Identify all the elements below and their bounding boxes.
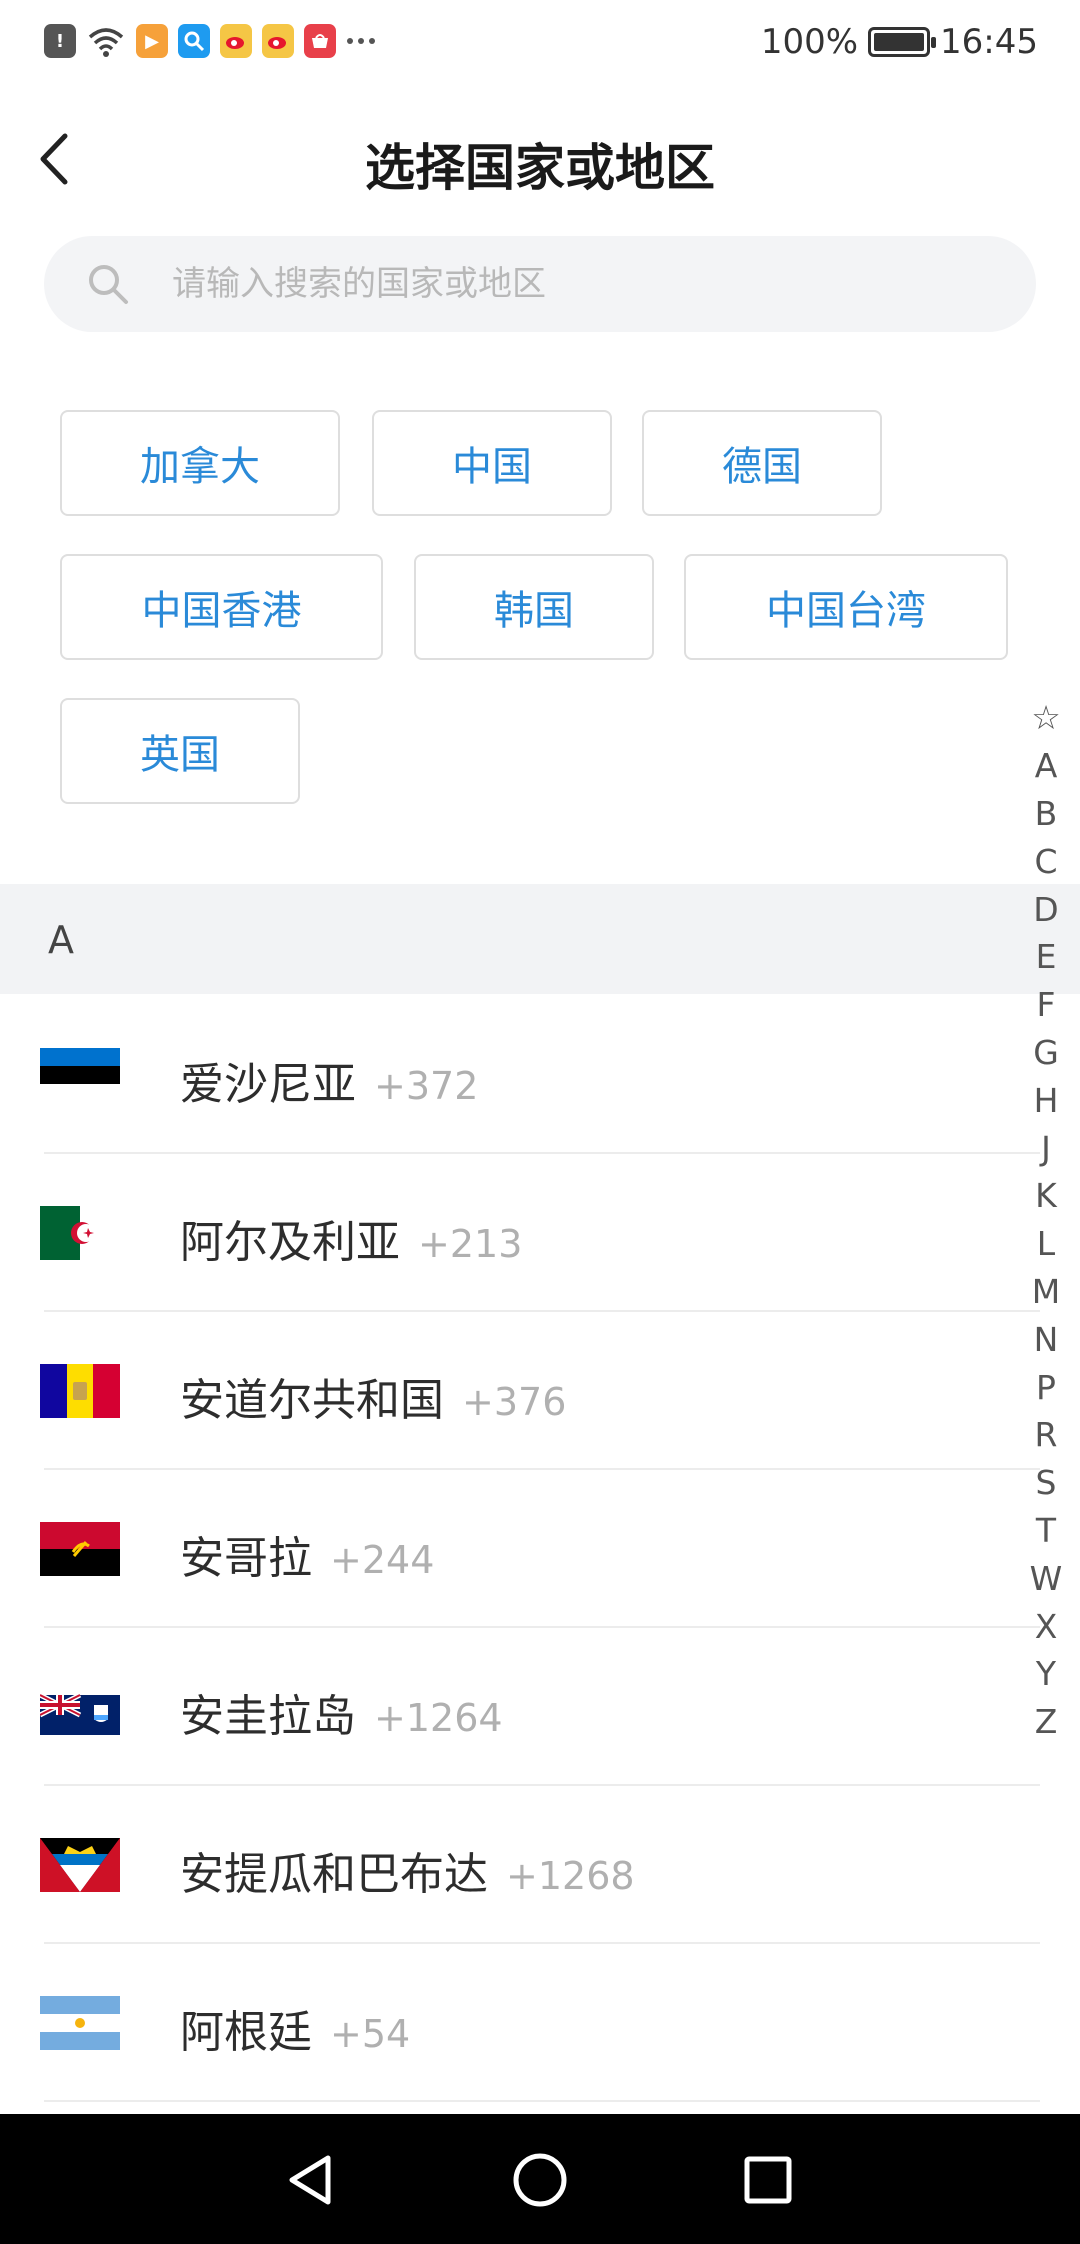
index-letter[interactable]: N (1034, 1315, 1059, 1363)
country-label: 安圭拉岛 +1264 (180, 1680, 503, 1744)
country-label: 安道尔共和国 +376 (180, 1364, 566, 1428)
country-name: 爱沙尼亚 (180, 1059, 356, 1110)
country-label: 阿根廷 +54 (180, 1996, 410, 2060)
country-name: 阿尔及利亚 (180, 1217, 400, 1268)
alphabet-index-bar[interactable]: ☆ A B C D E F G H J K L M N P R S T W X … (1026, 694, 1066, 1746)
country-code: +376 (462, 1380, 567, 1424)
chip-china[interactable]: 中国 (372, 410, 612, 516)
country-code: +54 (330, 2012, 411, 2056)
index-letter[interactable]: C (1034, 837, 1057, 885)
more-icon (347, 38, 375, 44)
country-row[interactable]: 安道尔共和国 +376 (0, 1312, 1040, 1470)
circle-home-icon (513, 2153, 567, 2207)
argentina-flag-icon (40, 1996, 120, 2050)
index-star-icon[interactable]: ☆ (1031, 694, 1061, 742)
country-name: 阿根廷 (180, 2007, 312, 2058)
search-icon (84, 260, 132, 308)
estonia-flag-icon (40, 1048, 120, 1102)
index-letter[interactable]: L (1037, 1220, 1055, 1268)
index-letter[interactable]: W (1030, 1554, 1063, 1602)
square-recents-icon (744, 2156, 792, 2204)
country-code: +244 (330, 1538, 435, 1582)
nav-recents-button[interactable] (726, 2138, 810, 2222)
chip-korea[interactable]: 韩国 (414, 554, 654, 660)
chip-taiwan[interactable]: 中国台湾 (684, 554, 1008, 660)
country-name: 安圭拉岛 (180, 1691, 356, 1742)
chip-germany[interactable]: 德国 (642, 410, 882, 516)
anguilla-flag-icon (40, 1692, 120, 1735)
country-row[interactable]: 阿尔及利亚 +213 (0, 1154, 1040, 1312)
index-letter[interactable]: P (1036, 1363, 1056, 1411)
index-letter[interactable]: A (1035, 742, 1058, 790)
algeria-flag-icon (40, 1206, 120, 1260)
wifi-icon (88, 28, 124, 57)
status-right: 100% 16:45 (761, 22, 1038, 62)
country-label: 阿尔及利亚 +213 (180, 1206, 522, 1270)
clock: 16:45 (940, 22, 1038, 62)
index-letter[interactable]: Y (1036, 1650, 1056, 1698)
triangle-back-icon (289, 2155, 331, 2205)
andorra-flag-icon (40, 1364, 120, 1418)
index-letter[interactable]: D (1033, 885, 1058, 933)
index-letter[interactable]: R (1035, 1411, 1058, 1459)
notification-icons: ! ▶ (44, 24, 376, 58)
section-header: A (0, 884, 1080, 994)
page-title: 选择国家或地区 (365, 139, 715, 197)
weibo-icon (262, 24, 294, 58)
search-input[interactable] (172, 264, 932, 304)
alert-icon: ! (44, 24, 76, 58)
country-code: +1264 (374, 1696, 503, 1740)
index-letter[interactable]: Z (1035, 1698, 1058, 1746)
status-bar: ! ▶ 100% 16:45 (0, 0, 1080, 86)
country-row[interactable]: 安哥拉 +244 (0, 1470, 1040, 1628)
country-code: +213 (418, 1222, 523, 1266)
country-row[interactable]: 安圭拉岛 +1264 (0, 1628, 1040, 1786)
chip-canada[interactable]: 加拿大 (60, 410, 340, 516)
index-letter[interactable]: G (1033, 1029, 1059, 1077)
index-letter[interactable]: H (1034, 1076, 1059, 1124)
country-name: 安哥拉 (180, 1533, 312, 1584)
country-name: 安道尔共和国 (180, 1375, 444, 1426)
nav-home-button[interactable] (498, 2138, 582, 2222)
chip-uk[interactable]: 英国 (60, 698, 300, 804)
country-label: 安提瓜和巴布达 +1268 (180, 1838, 635, 1902)
index-letter[interactable]: E (1036, 933, 1057, 981)
antigua-flag-icon (40, 1838, 120, 1892)
country-label: 爱沙尼亚 +372 (180, 1048, 478, 1112)
search-bar[interactable] (44, 236, 1036, 332)
country-row[interactable]: 安提瓜和巴布达 +1268 (0, 1786, 1040, 1944)
country-row[interactable]: 阿根廷 +54 (0, 1944, 1040, 2102)
index-letter[interactable]: X (1035, 1602, 1058, 1650)
country-code: +372 (374, 1064, 479, 1108)
system-nav-bar (0, 2114, 1080, 2244)
search-app-icon (178, 24, 210, 58)
index-letter[interactable]: J (1041, 1124, 1051, 1172)
index-letter[interactable]: T (1036, 1507, 1056, 1555)
angola-flag-icon (40, 1522, 120, 1576)
index-letter[interactable]: F (1037, 981, 1056, 1029)
index-letter[interactable]: S (1036, 1459, 1057, 1507)
divider (44, 2100, 1040, 2102)
country-label: 安哥拉 +244 (180, 1522, 434, 1586)
country-code: +1268 (506, 1854, 635, 1898)
video-app-icon: ▶ (136, 24, 168, 58)
battery-icon (868, 27, 937, 57)
index-letter[interactable]: B (1035, 790, 1058, 838)
index-letter[interactable]: M (1032, 1268, 1060, 1316)
country-name: 安提瓜和巴布达 (180, 1849, 488, 1900)
section-letter: A (48, 918, 74, 962)
huawei-icon (304, 24, 336, 58)
battery-percent: 100% (760, 22, 859, 62)
country-row[interactable]: 爱沙尼亚 +372 (0, 996, 1040, 1154)
nav-back-button[interactable] (268, 2138, 352, 2222)
index-letter[interactable]: K (1035, 1172, 1057, 1220)
chip-hong-kong[interactable]: 中国香港 (60, 554, 383, 660)
weibo-icon (220, 24, 252, 58)
